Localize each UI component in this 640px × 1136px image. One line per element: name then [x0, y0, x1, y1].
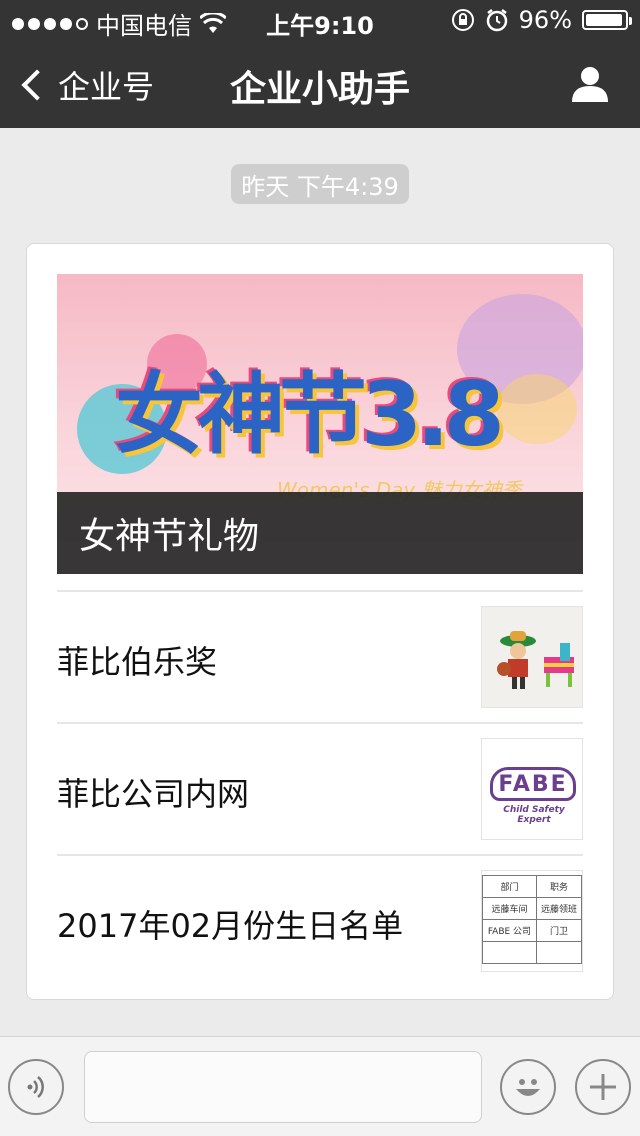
message-input[interactable]	[84, 1051, 482, 1123]
page-title: 企业小助手	[229, 69, 410, 110]
thumbnail-table: 部门 职务 远藤车间 远藤领班 FABE 公司 门卫	[481, 870, 583, 972]
list-item-label: 菲比公司内网	[57, 775, 250, 813]
list-item[interactable]: 菲比伯乐奖	[57, 590, 583, 722]
mini-table: 部门 职务 远藤车间 远藤领班 FABE 公司 门卫	[482, 875, 582, 964]
voice-button[interactable]	[8, 1059, 64, 1115]
battery-icon	[582, 10, 632, 30]
plus-icon	[590, 1074, 616, 1100]
banner-article[interactable]: 女神节3.8 Women's Day 魅力女神季 女神节礼物	[57, 274, 583, 574]
banner-caption: 女神节礼物	[57, 492, 583, 574]
banner-art-text: 女神节3.8	[115, 363, 505, 466]
table-row: 远藤车间 远藤领班	[482, 897, 582, 920]
decor-bubble	[497, 374, 577, 444]
table-cell	[482, 941, 537, 964]
table-cell: FABE 公司	[482, 919, 537, 942]
pinata-image	[482, 607, 582, 707]
list-item[interactable]: 菲比公司内网 FABE Child Safety Expert	[57, 722, 583, 854]
status-right: 96%	[451, 6, 632, 34]
fabe-logo-subtext: Child Safety Expert	[503, 805, 565, 825]
rotation-lock-icon	[451, 9, 474, 31]
thumbnail-fabe: FABE Child Safety Expert	[481, 738, 583, 840]
battery-fill	[586, 14, 623, 26]
table-row: 部门 职务	[482, 875, 582, 898]
navigation-bar: 企业号 企业小助手	[0, 40, 640, 128]
battery-percent: 96%	[518, 6, 572, 34]
table-cell: 部门	[482, 875, 537, 898]
alarm-icon	[486, 9, 507, 32]
profile-icon[interactable]	[570, 64, 610, 104]
table-cell	[535, 941, 582, 964]
table-row	[482, 941, 582, 964]
list-item[interactable]: 2017年02月份生日名单 部门 职务 远藤车间 远藤领班 FABE 公司 门卫	[57, 854, 583, 986]
smiley-icon	[516, 1079, 540, 1096]
input-bar	[0, 1036, 640, 1136]
article-card: 女神节3.8 Women's Day 魅力女神季 女神节礼物 菲比伯乐奖 菲比公…	[26, 243, 614, 1000]
top-bar: 中国电信 上午9:10 96% 企业号 企业小助手	[0, 0, 640, 128]
table-row: FABE 公司 门卫	[482, 919, 582, 942]
table-cell: 门卫	[535, 919, 582, 942]
table-cell: 远藤车间	[482, 897, 537, 920]
table-cell: 远藤领班	[535, 897, 582, 920]
emoji-button[interactable]	[500, 1059, 556, 1115]
thumbnail-pinata	[481, 606, 583, 708]
table-cell: 职务	[535, 875, 582, 898]
more-button[interactable]	[575, 1059, 631, 1115]
voice-icon	[27, 1076, 44, 1098]
fabe-logo: FABE	[490, 767, 576, 801]
list-item-label: 菲比伯乐奖	[57, 643, 218, 681]
message-timestamp: 昨天 下午4:39	[231, 164, 409, 204]
list-item-label: 2017年02月份生日名单	[57, 907, 404, 945]
status-bar: 中国电信 上午9:10 96%	[0, 0, 640, 40]
